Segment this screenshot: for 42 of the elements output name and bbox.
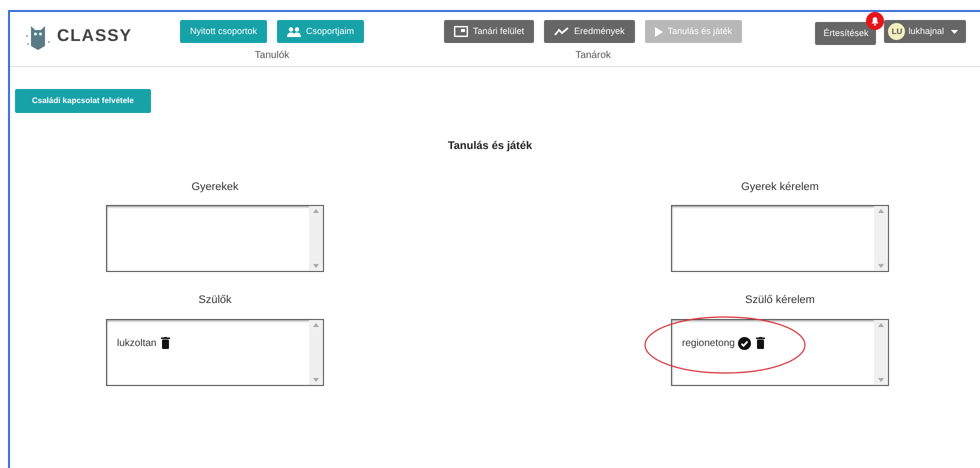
group-caption: Tanárok <box>575 49 611 63</box>
notifications-button[interactable]: Értesítések <box>815 22 876 46</box>
panel-title: Szülők <box>198 293 232 308</box>
scroll-up-icon[interactable] <box>878 322 884 326</box>
play-icon <box>654 26 663 36</box>
list-box[interactable]: lukzoltan <box>106 318 324 386</box>
user-name: regionetong <box>682 336 735 350</box>
board-icon <box>454 26 468 37</box>
scrollbar[interactable] <box>874 206 888 271</box>
caret-icon <box>951 30 958 34</box>
list-box[interactable]: regionetong <box>671 318 889 386</box>
list-box[interactable] <box>671 205 889 272</box>
panel-title: Szülő kérelem <box>745 293 815 308</box>
add-family-button[interactable]: Családi kapcsolat felvétele <box>15 89 151 113</box>
scroll-down-icon[interactable] <box>313 378 319 382</box>
scroll-up-icon[interactable] <box>313 209 319 213</box>
nav-button[interactable]: Tanári felület <box>444 20 534 43</box>
line-chart-icon <box>554 27 570 36</box>
group-caption: Tanulók <box>254 49 290 63</box>
scroll-down-icon[interactable] <box>878 264 884 268</box>
user-avatar: LU <box>888 23 906 40</box>
scroll-down-icon[interactable] <box>878 378 884 382</box>
scroll-down-icon[interactable] <box>313 264 319 268</box>
panel-title: Gyerekek <box>191 180 239 194</box>
check-circle-icon[interactable] <box>738 336 751 350</box>
list-box[interactable] <box>106 205 324 272</box>
scroll-up-icon[interactable] <box>313 322 319 326</box>
user-menu-button[interactable]: LU lukhajnal <box>884 20 966 43</box>
trash-icon[interactable] <box>756 337 765 349</box>
page-title: Tanulás és játék <box>448 139 532 154</box>
logo-text: CLASSY <box>57 25 132 48</box>
nav-button[interactable]: Eredmények <box>544 20 635 43</box>
panel-title: Gyerek kérelem <box>741 180 819 194</box>
user-name: lukzoltan <box>117 336 156 350</box>
scrollbar[interactable] <box>309 320 323 384</box>
nav-button[interactable]: Csoportjaim <box>277 20 364 43</box>
scrollbar[interactable] <box>309 206 323 271</box>
nav-button[interactable]: Nyitott csoportok <box>180 20 268 43</box>
users-icon <box>287 26 302 36</box>
scrollbar[interactable] <box>874 320 888 384</box>
trash-icon[interactable] <box>161 337 170 349</box>
scroll-up-icon[interactable] <box>878 209 884 213</box>
